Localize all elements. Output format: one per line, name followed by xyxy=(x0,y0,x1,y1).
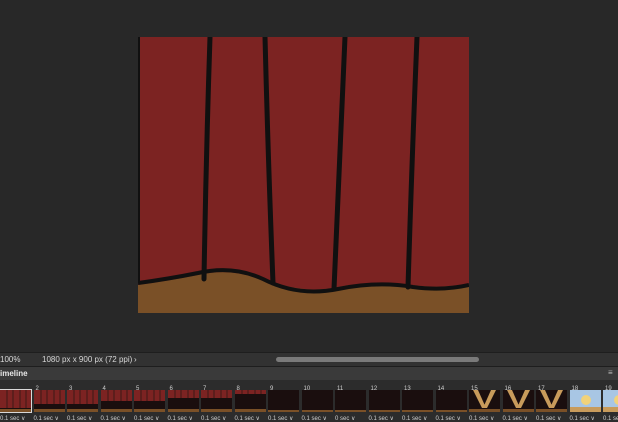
frame-thumbnail xyxy=(502,390,534,412)
scrollbar-thumb[interactable] xyxy=(276,357,479,362)
frame-delay-dropdown[interactable]: 0.1 sec ∨ xyxy=(402,415,427,422)
timeline-frame[interactable]: 13 0.1 sec ∨ xyxy=(402,384,434,422)
timeline-frame[interactable]: 16 0.1 sec ∨ xyxy=(502,384,535,422)
timeline-frame[interactable]: 6 0.1 sec ∨ xyxy=(167,384,200,422)
timeline-frame[interactable]: 7 0.1 sec ∨ xyxy=(201,384,233,422)
frame-thumbnail xyxy=(335,390,366,412)
frame-delay-dropdown[interactable]: 0.1 sec ∨ xyxy=(101,415,126,422)
timeline-frame[interactable]: 2 0.1 sec ∨ xyxy=(33,384,66,422)
frame-thumbnail xyxy=(67,390,98,412)
frame-thumbnail xyxy=(435,390,467,412)
frame-thumbnail xyxy=(100,390,132,412)
frame-delay-dropdown[interactable]: 0.1 sec ∨ xyxy=(503,415,528,422)
timeline-frame[interactable]: 11 0 sec ∨ xyxy=(335,384,367,422)
frame-delay-dropdown[interactable]: 0.1 sec ∨ xyxy=(134,415,159,422)
frame-delay-dropdown[interactable]: 0.1 sec ∨ xyxy=(536,415,561,422)
frame-thumbnail xyxy=(469,390,500,412)
timeline-frame[interactable]: 9 0.1 sec ∨ xyxy=(268,384,300,422)
frame-thumbnail xyxy=(167,390,199,412)
timeline-frame[interactable]: 4 0.1 sec ∨ xyxy=(100,384,133,422)
frame-delay-dropdown[interactable]: 0.1 sec ∨ xyxy=(369,415,394,422)
frame-thumbnail xyxy=(234,390,266,412)
frame-thumbnail xyxy=(603,390,618,412)
timeline-frame[interactable]: 12 0.1 sec ∨ xyxy=(368,384,401,422)
frame-delay-dropdown[interactable]: 0.1 sec ∨ xyxy=(201,415,226,422)
timeline-frame[interactable]: 14 0.1 sec ∨ xyxy=(435,384,468,422)
frame-thumbnail xyxy=(33,390,65,412)
frame-thumbnail xyxy=(268,390,299,412)
canvas-workspace[interactable] xyxy=(0,0,618,352)
frame-thumbnail xyxy=(536,390,567,412)
document-info: 1080 px x 900 px (72 ppi) xyxy=(42,355,133,364)
menu-icon[interactable]: ≡ xyxy=(608,369,616,377)
frame-delay-dropdown[interactable]: 0.1 sec ∨ xyxy=(436,415,461,422)
frame-delay-dropdown[interactable]: 0.1 sec ∨ xyxy=(67,415,92,422)
timeline-frame[interactable]: 15 0.1 sec ∨ xyxy=(469,384,501,422)
timeline-frames: 0.1 sec ∨ 2 0.1 sec ∨ 3 0.1 sec ∨ 4 0.1 sec ∨ 5… xyxy=(0,380,618,422)
frame-delay-dropdown[interactable]: 0.1 sec ∨ xyxy=(34,415,59,422)
frame-thumbnail xyxy=(0,389,32,413)
frame-thumbnail xyxy=(134,390,165,412)
frame-delay-dropdown[interactable]: 0.1 sec ∨ xyxy=(235,415,260,422)
zoom-level[interactable]: 100% xyxy=(0,353,20,367)
status-menu-arrow-icon[interactable]: › xyxy=(134,353,137,367)
frame-delay-dropdown[interactable]: 0.1 sec ∨ xyxy=(302,415,327,422)
frame-delay-dropdown[interactable]: 0.1 sec ∨ xyxy=(168,415,193,422)
timeline-frame[interactable]: 5 0.1 sec ∨ xyxy=(134,384,166,422)
frame-delay-dropdown[interactable]: 0.1 sec ∨ xyxy=(570,415,595,422)
timeline-frame[interactable]: 3 0.1 sec ∨ xyxy=(67,384,99,422)
frame-thumbnail xyxy=(569,390,601,412)
timeline-frame[interactable]: 0.1 sec ∨ xyxy=(0,384,32,422)
timeline-panel-tab[interactable]: imeline ≡ xyxy=(0,366,618,381)
frame-delay-dropdown[interactable]: 0.1 sec ∨ xyxy=(268,415,293,422)
frame-delay-dropdown[interactable]: 0.1 sec ∨ xyxy=(0,415,25,422)
curtain-hem-red xyxy=(138,37,469,290)
frame-delay-dropdown[interactable]: 0.1 sec ∨ xyxy=(603,415,618,422)
status-bar: 100% 1080 px x 900 px (72 ppi) › xyxy=(0,352,618,367)
frame-thumbnail xyxy=(402,390,433,412)
curtain-artwork[interactable] xyxy=(138,37,469,313)
frame-thumbnail xyxy=(301,390,333,412)
timeline-frame[interactable]: 10 0.1 sec ∨ xyxy=(301,384,334,422)
timeline-frame[interactable]: 190.1 sec ∨ xyxy=(603,384,618,422)
frame-delay-dropdown[interactable]: 0.1 sec ∨ xyxy=(469,415,494,422)
timeline-frame[interactable]: 17 0.1 sec ∨ xyxy=(536,384,568,422)
horizontal-scrollbar[interactable] xyxy=(150,356,618,364)
frame-thumbnail xyxy=(368,390,400,412)
frame-thumbnail xyxy=(201,390,232,412)
frame-delay-dropdown[interactable]: 0 sec ∨ xyxy=(335,415,355,422)
timeline-frame[interactable]: 18 0.1 sec ∨ xyxy=(569,384,602,422)
timeline-title: imeline xyxy=(0,369,28,378)
timeline-frame[interactable]: 8 0.1 sec ∨ xyxy=(234,384,267,422)
